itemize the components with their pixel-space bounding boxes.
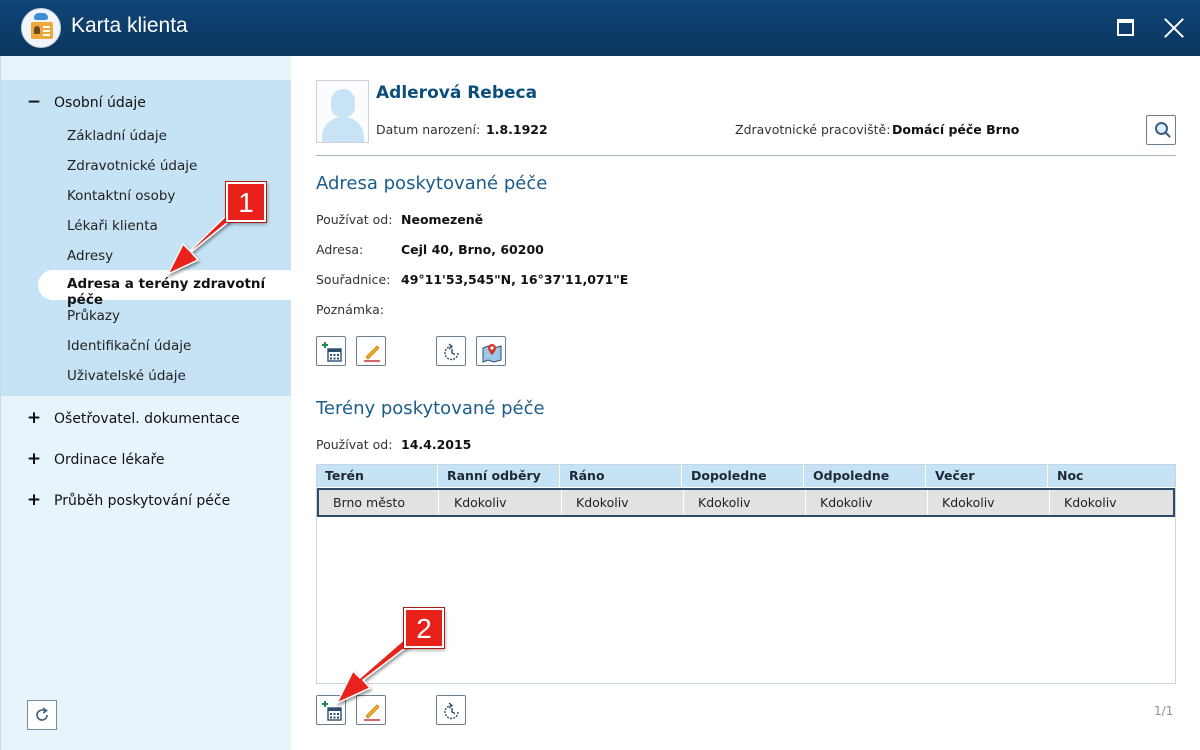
add-terrain-button[interactable] <box>316 695 346 725</box>
window-title: Karta klienta <box>71 14 188 37</box>
column-header[interactable]: Noc <box>1049 465 1175 487</box>
table-cell: Kdokoliv <box>562 490 684 515</box>
refresh-button[interactable] <box>27 700 57 730</box>
sidebar-item-basic[interactable]: Základní údaje <box>67 128 167 144</box>
workplace-label: Zdravotnické pracoviště: <box>735 122 891 137</box>
sidebar-section-doctor-office[interactable]: + Ordinace lékaře <box>26 449 165 469</box>
add-address-button[interactable] <box>316 336 346 366</box>
sidebar-section-personal[interactable]: − Osobní údaje <box>26 92 146 112</box>
address-from-label: Používat od: <box>316 212 393 227</box>
expand-icon: + <box>26 490 42 510</box>
sidebar-section-care-progress[interactable]: + Průběh poskytování péče <box>26 490 230 510</box>
column-header[interactable]: Odpoledne <box>805 465 926 487</box>
address-value: Cejl 40, Brno, 60200 <box>401 242 544 257</box>
header-divider <box>316 155 1176 156</box>
pencil-icon <box>364 345 380 362</box>
workplace-value: Domácí péče Brno <box>892 122 1020 137</box>
birth-date-value: 1.8.1922 <box>486 122 548 137</box>
sidebar-item-care-address-active[interactable]: Adresa a terény zdravotní péče <box>38 270 292 308</box>
add-calendar-icon <box>322 701 342 721</box>
terrain-section-title: Terény poskytované péče <box>316 398 545 419</box>
edit-terrain-button[interactable] <box>356 695 386 725</box>
address-history-button[interactable] <box>436 336 466 366</box>
terrain-table-header: Terén Ranní odběry Ráno Dopoledne Odpole… <box>317 465 1175 487</box>
history-icon <box>444 343 459 361</box>
sidebar: − Osobní údaje Základní údaje Zdravotnick… <box>0 56 292 750</box>
address-from-value: Neomezeně <box>401 212 484 227</box>
address-section-title: Adresa poskytované péče <box>316 173 548 194</box>
annotation-badge-2: 2 <box>404 608 444 648</box>
expand-icon: + <box>26 449 42 469</box>
terrain-table: Terén Ranní odběry Ráno Dopoledne Odpole… <box>316 464 1176 684</box>
sidebar-item-contacts[interactable]: Kontaktní osoby <box>67 188 175 204</box>
table-cell: Kdokoliv <box>806 490 928 515</box>
client-card-app-icon <box>21 8 61 48</box>
column-header[interactable]: Ranní odběry <box>439 465 560 487</box>
sidebar-item-doctors[interactable]: Lékaři klienta <box>67 218 158 234</box>
table-cell: Kdokoliv <box>684 490 806 515</box>
sidebar-item-addresses[interactable]: Adresy <box>67 248 113 264</box>
coordinates-value: 49°11'53,545"N, 16°37'11,071"E <box>401 272 629 287</box>
coordinates-label: Souřadnice: <box>316 272 391 287</box>
note-label: Poznámka: <box>316 302 384 317</box>
expand-icon: + <box>26 408 42 428</box>
map-pin-icon <box>482 344 502 363</box>
pager: 1/1 <box>1154 704 1174 718</box>
column-header[interactable]: Terén <box>317 465 438 487</box>
address-map-button[interactable] <box>476 336 506 366</box>
search-button[interactable] <box>1146 115 1176 145</box>
column-header[interactable]: Večer <box>927 465 1048 487</box>
annotation-badge-1: 1 <box>226 182 266 222</box>
close-icon[interactable] <box>1160 14 1188 42</box>
table-row[interactable]: Brno město Kdokoliv Kdokoliv Kdokoliv Kd… <box>317 488 1175 517</box>
sidebar-item-cards[interactable]: Průkazy <box>67 308 120 324</box>
history-icon <box>444 702 459 720</box>
table-cell: Brno město <box>319 490 439 515</box>
table-cell: Kdokoliv <box>928 490 1050 515</box>
column-header[interactable]: Dopoledne <box>683 465 804 487</box>
edit-address-button[interactable] <box>356 336 386 366</box>
maximize-icon[interactable] <box>1111 14 1139 42</box>
sidebar-item-identification[interactable]: Identifikační údaje <box>67 338 191 354</box>
column-header[interactable]: Ráno <box>561 465 682 487</box>
terrain-from-value: 14.4.2015 <box>401 437 472 452</box>
sidebar-item-health[interactable]: Zdravotnické údaje <box>67 158 197 174</box>
address-label: Adresa: <box>316 242 364 257</box>
add-calendar-icon <box>322 342 342 362</box>
table-cell: Kdokoliv <box>440 490 562 515</box>
sidebar-section-nursing[interactable]: + Ošetřovatel. dokumentace <box>26 408 240 428</box>
client-name: Adlerová Rebeca <box>376 83 538 103</box>
client-avatar <box>316 80 369 143</box>
table-cell: Kdokoliv <box>1064 495 1117 510</box>
birth-date-label: Datum narození: <box>376 122 481 137</box>
title-bar: Karta klienta <box>0 0 1200 56</box>
terrain-from-label: Používat od: <box>316 437 393 452</box>
refresh-icon <box>36 707 48 721</box>
pencil-icon <box>364 704 380 721</box>
collapse-icon: − <box>26 92 42 112</box>
terrain-history-button[interactable] <box>436 695 466 725</box>
sidebar-item-user-data[interactable]: Uživatelské údaje <box>67 368 186 384</box>
